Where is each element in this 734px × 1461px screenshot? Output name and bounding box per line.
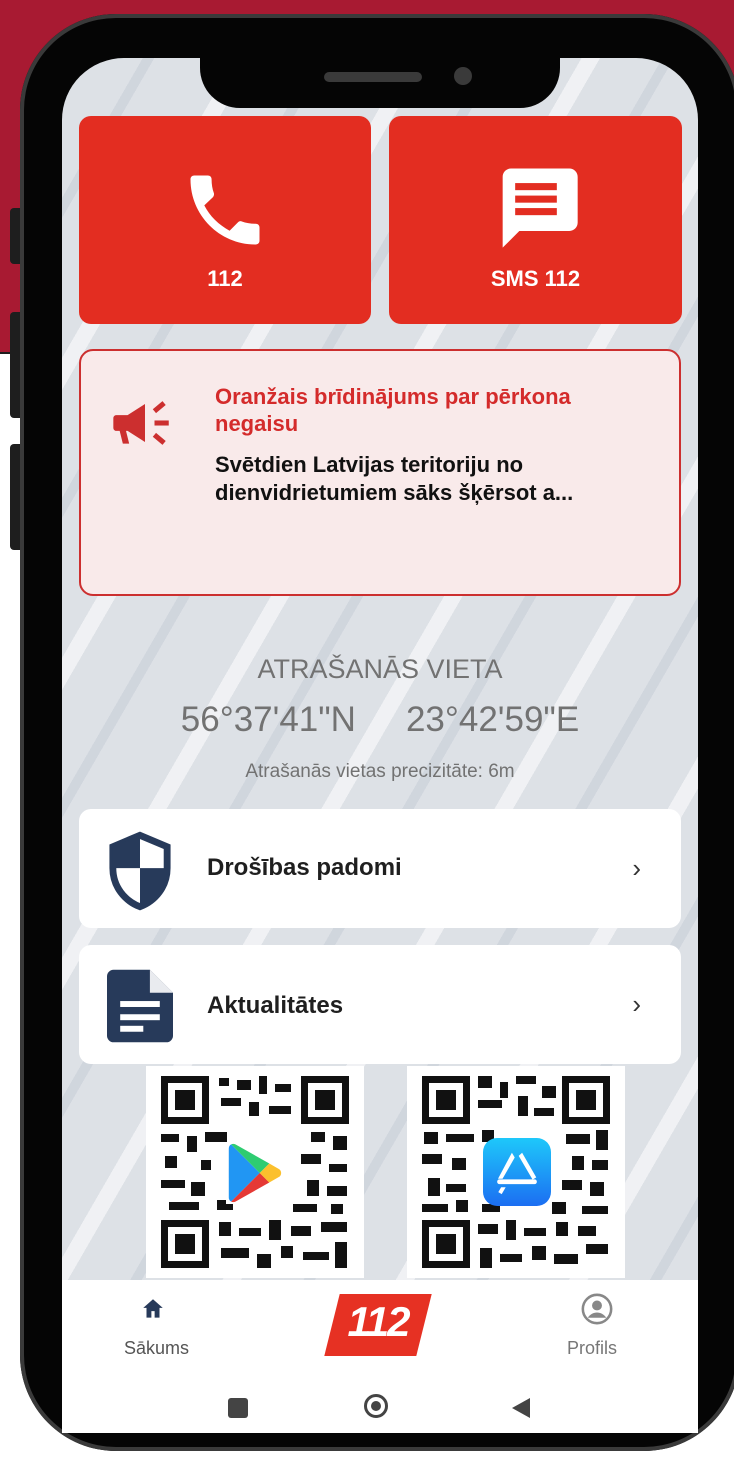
front-camera <box>454 67 472 85</box>
nav-profile-label: Profils <box>567 1338 618 1358</box>
sms-112-label: SMS 112 <box>490 266 581 291</box>
sms-112-button[interactable]: SMS 112 <box>389 116 682 324</box>
alert-body: Svētdien Latvijas teritoriju no dienvidr… <box>215 452 574 505</box>
nav-112-logo[interactable]: 112 <box>324 1290 432 1362</box>
news-label: Aktualitātes <box>207 992 344 1019</box>
megaphone-icon <box>113 401 169 445</box>
safety-tips-label: Drošības padomi <box>207 854 402 881</box>
google-play-qr-code[interactable] <box>146 1066 364 1278</box>
profile-icon <box>581 1293 613 1325</box>
phone-icon <box>190 175 260 245</box>
app-store-icon <box>483 1138 551 1206</box>
chevron-right-icon: › <box>632 853 641 883</box>
menu-item-news[interactable]: Aktualitātes › <box>79 945 681 1064</box>
menu-item-safety-tips[interactable]: Drošības padomi › <box>79 809 681 928</box>
recent-apps-icon[interactable] <box>228 1398 248 1418</box>
nav-home-label: Sākums <box>124 1338 190 1358</box>
home-circle-dot <box>371 1401 381 1411</box>
call-112-label: 112 <box>207 266 243 291</box>
call-112-button[interactable]: 112 <box>79 116 371 324</box>
google-play-icon <box>226 1142 284 1204</box>
phone-notch <box>200 58 560 108</box>
document-icon <box>107 969 173 1043</box>
home-icon <box>143 1299 163 1318</box>
back-triangle-icon[interactable] <box>510 1396 532 1420</box>
latitude-value: 56°37'41"N <box>180 700 356 739</box>
message-icon <box>502 168 578 248</box>
logo-text: 112 <box>347 1298 411 1345</box>
longitude-value: 23°42'59"E <box>405 700 580 739</box>
shield-icon <box>109 831 171 911</box>
alert-title: Oranžais brīdinājums par pērkona negaisu <box>215 384 571 436</box>
location-heading: ATRAŠANĀS VIETA <box>257 654 503 684</box>
app-store-qr-code[interactable] <box>407 1066 625 1278</box>
weather-alert-card[interactable]: Oranžais brīdinājums par pērkona negaisu… <box>79 349 681 596</box>
chevron-right-icon: › <box>632 989 641 1019</box>
location-accuracy: Atrašanās vietas precizitāte: 6m <box>245 761 515 782</box>
location-coordinates: 56°37'41"N 23°42'59"E <box>79 700 681 740</box>
home-circle-icon[interactable] <box>364 1394 388 1418</box>
speaker-grille <box>324 72 422 82</box>
